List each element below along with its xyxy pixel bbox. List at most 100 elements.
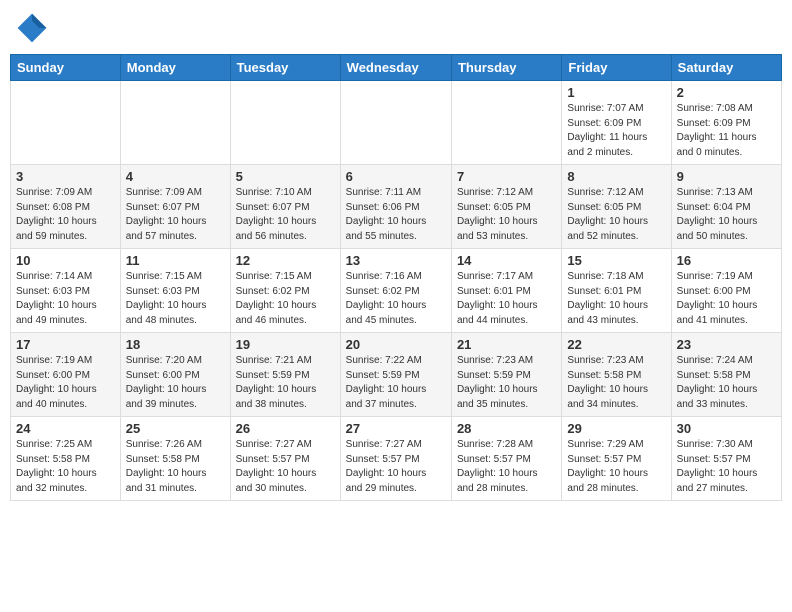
day-info: Sunrise: 7:19 AM Sunset: 6:00 PM Dayligh…: [677, 270, 776, 328]
day-number: 18: [126, 337, 225, 352]
calendar-cell: 17 Sunrise: 7:19 AM Sunset: 6:00 PM Dayli…: [11, 333, 121, 417]
calendar-cell: [230, 81, 340, 165]
day-info: Sunrise: 7:22 AM Sunset: 5:59 PM Dayligh…: [346, 354, 446, 412]
day-number: 1: [567, 85, 665, 100]
day-info: Sunrise: 7:12 AM Sunset: 6:05 PM Dayligh…: [457, 186, 556, 244]
calendar-week-row: 10Sunrise: 7:14 AM Sunset: 6:03 PM Dayli…: [11, 249, 782, 333]
calendar-week-row: 1 Sunrise: 7:07 AM Sunset: 6:09 PM Daylig…: [11, 81, 782, 165]
calendar-cell: [451, 81, 561, 165]
logo-icon: [14, 10, 50, 46]
day-info: Sunrise: 7:25 AM Sunset: 5:58 PM Dayligh…: [16, 438, 115, 496]
day-info: Sunrise: 7:21 AM Sunset: 5:59 PM Dayligh…: [236, 354, 335, 412]
calendar-cell: 22 Sunrise: 7:23 AM Sunset: 5:58 PM Dayli…: [562, 333, 671, 417]
calendar-cell: 13 Sunrise: 7:16 AM Sunset: 6:02 PM Dayli…: [340, 249, 451, 333]
calendar-cell: 26 Sunrise: 7:27 AM Sunset: 5:57 PM Dayli…: [230, 417, 340, 501]
day-info: Sunrise: 7:27 AM Sunset: 5:57 PM Dayligh…: [346, 438, 446, 496]
calendar-table: SundayMondayTuesdayWednesdayThursdayFrid…: [10, 54, 782, 501]
calendar-week-row: 24 Sunrise: 7:25 AM Sunset: 5:58 PM Dayli…: [11, 417, 782, 501]
day-info: Sunrise: 7:19 AM Sunset: 6:00 PM Dayligh…: [16, 354, 115, 412]
calendar-cell: 8 Sunrise: 7:12 AM Sunset: 6:05 PM Daylig…: [562, 165, 671, 249]
col-header-saturday: Saturday: [671, 55, 781, 81]
day-number: 4: [126, 169, 225, 184]
calendar-cell: 7 Sunrise: 7:12 AM Sunset: 6:05 PM Daylig…: [451, 165, 561, 249]
day-number: 21: [457, 337, 556, 352]
day-number: 6: [346, 169, 446, 184]
day-info: Sunrise: 7:17 AM Sunset: 6:01 PM Dayligh…: [457, 270, 556, 328]
day-info: Sunrise: 7:24 AM Sunset: 5:58 PM Dayligh…: [677, 354, 776, 412]
day-number: 26: [236, 421, 335, 436]
calendar-cell: 18 Sunrise: 7:20 AM Sunset: 6:00 PM Dayli…: [120, 333, 230, 417]
col-header-sunday: Sunday: [11, 55, 121, 81]
col-header-thursday: Thursday: [451, 55, 561, 81]
calendar-cell: 12Sunrise: 7:15 AM Sunset: 6:02 PM Dayli…: [230, 249, 340, 333]
day-info: Sunrise: 7:27 AM Sunset: 5:57 PM Dayligh…: [236, 438, 335, 496]
day-number: 20: [346, 337, 446, 352]
page-header: [10, 10, 782, 46]
day-info: Sunrise: 7:23 AM Sunset: 5:58 PM Dayligh…: [567, 354, 665, 412]
day-info: Sunrise: 7:18 AM Sunset: 6:01 PM Dayligh…: [567, 270, 665, 328]
day-number: 14: [457, 253, 556, 268]
calendar-cell: 5 Sunrise: 7:10 AM Sunset: 6:07 PM Daylig…: [230, 165, 340, 249]
logo: [14, 10, 54, 46]
calendar-cell: 24 Sunrise: 7:25 AM Sunset: 5:58 PM Dayli…: [11, 417, 121, 501]
day-info: Sunrise: 7:29 AM Sunset: 5:57 PM Dayligh…: [567, 438, 665, 496]
calendar-cell: 20 Sunrise: 7:22 AM Sunset: 5:59 PM Dayli…: [340, 333, 451, 417]
calendar-cell: [340, 81, 451, 165]
day-number: 29: [567, 421, 665, 436]
calendar-cell: 23 Sunrise: 7:24 AM Sunset: 5:58 PM Dayli…: [671, 333, 781, 417]
calendar-cell: 29 Sunrise: 7:29 AM Sunset: 5:57 PM Dayli…: [562, 417, 671, 501]
day-number: 13: [346, 253, 446, 268]
calendar-cell: 6 Sunrise: 7:11 AM Sunset: 6:06 PM Daylig…: [340, 165, 451, 249]
day-number: 22: [567, 337, 665, 352]
day-number: 24: [16, 421, 115, 436]
calendar-cell: [120, 81, 230, 165]
calendar-cell: 21 Sunrise: 7:23 AM Sunset: 5:59 PM Dayli…: [451, 333, 561, 417]
col-header-wednesday: Wednesday: [340, 55, 451, 81]
day-info: Sunrise: 7:23 AM Sunset: 5:59 PM Dayligh…: [457, 354, 556, 412]
day-info: Sunrise: 7:16 AM Sunset: 6:02 PM Dayligh…: [346, 270, 446, 328]
day-info: Sunrise: 7:13 AM Sunset: 6:04 PM Dayligh…: [677, 186, 776, 244]
day-number: 19: [236, 337, 335, 352]
calendar-cell: 3 Sunrise: 7:09 AM Sunset: 6:08 PM Daylig…: [11, 165, 121, 249]
day-number: 5: [236, 169, 335, 184]
day-number: 3: [16, 169, 115, 184]
day-number: 16: [677, 253, 776, 268]
day-info: Sunrise: 7:11 AM Sunset: 6:06 PM Dayligh…: [346, 186, 446, 244]
calendar-week-row: 3 Sunrise: 7:09 AM Sunset: 6:08 PM Daylig…: [11, 165, 782, 249]
day-info: Sunrise: 7:15 AM Sunset: 6:03 PM Dayligh…: [126, 270, 225, 328]
col-header-tuesday: Tuesday: [230, 55, 340, 81]
day-number: 17: [16, 337, 115, 352]
calendar-cell: 4 Sunrise: 7:09 AM Sunset: 6:07 PM Daylig…: [120, 165, 230, 249]
calendar-cell: 28Sunrise: 7:28 AM Sunset: 5:57 PM Dayli…: [451, 417, 561, 501]
day-number: 15: [567, 253, 665, 268]
calendar-cell: 30 Sunrise: 7:30 AM Sunset: 5:57 PM Dayli…: [671, 417, 781, 501]
day-info: Sunrise: 7:09 AM Sunset: 6:08 PM Dayligh…: [16, 186, 115, 244]
calendar-cell: 25Sunrise: 7:26 AM Sunset: 5:58 PM Dayli…: [120, 417, 230, 501]
calendar-week-row: 17 Sunrise: 7:19 AM Sunset: 6:00 PM Dayli…: [11, 333, 782, 417]
day-number: 8: [567, 169, 665, 184]
day-number: 2: [677, 85, 776, 100]
calendar-cell: 11Sunrise: 7:15 AM Sunset: 6:03 PM Dayli…: [120, 249, 230, 333]
calendar-header-row: SundayMondayTuesdayWednesdayThursdayFrid…: [11, 55, 782, 81]
calendar-cell: 1 Sunrise: 7:07 AM Sunset: 6:09 PM Daylig…: [562, 81, 671, 165]
day-info: Sunrise: 7:12 AM Sunset: 6:05 PM Dayligh…: [567, 186, 665, 244]
calendar-cell: 27 Sunrise: 7:27 AM Sunset: 5:57 PM Dayli…: [340, 417, 451, 501]
calendar-cell: 19 Sunrise: 7:21 AM Sunset: 5:59 PM Dayli…: [230, 333, 340, 417]
col-header-friday: Friday: [562, 55, 671, 81]
day-number: 23: [677, 337, 776, 352]
day-info: Sunrise: 7:10 AM Sunset: 6:07 PM Dayligh…: [236, 186, 335, 244]
day-info: Sunrise: 7:30 AM Sunset: 5:57 PM Dayligh…: [677, 438, 776, 496]
day-info: Sunrise: 7:20 AM Sunset: 6:00 PM Dayligh…: [126, 354, 225, 412]
day-number: 30: [677, 421, 776, 436]
day-number: 7: [457, 169, 556, 184]
day-info: Sunrise: 7:14 AM Sunset: 6:03 PM Dayligh…: [16, 270, 115, 328]
day-number: 27: [346, 421, 446, 436]
day-number: 9: [677, 169, 776, 184]
calendar-cell: 2Sunrise: 7:08 AM Sunset: 6:09 PM Daylig…: [671, 81, 781, 165]
col-header-monday: Monday: [120, 55, 230, 81]
day-number: 12: [236, 253, 335, 268]
day-number: 28: [457, 421, 556, 436]
day-info: Sunrise: 7:09 AM Sunset: 6:07 PM Dayligh…: [126, 186, 225, 244]
calendar-cell: 10Sunrise: 7:14 AM Sunset: 6:03 PM Dayli…: [11, 249, 121, 333]
day-info: Sunrise: 7:07 AM Sunset: 6:09 PM Dayligh…: [567, 102, 665, 160]
